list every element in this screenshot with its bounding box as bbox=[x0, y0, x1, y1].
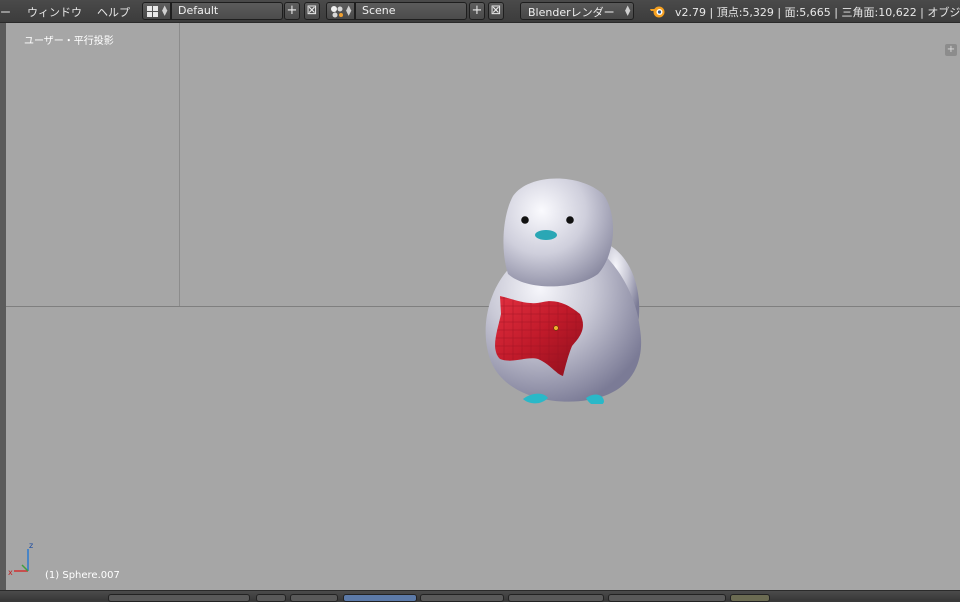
layout-grid-icon bbox=[147, 6, 158, 17]
menu-cut-off-item[interactable]: ー bbox=[0, 4, 11, 20]
close-icon: ⊠ bbox=[490, 3, 502, 18]
close-icon: ⊠ bbox=[306, 3, 318, 18]
add-layout-button[interactable]: + bbox=[284, 2, 300, 20]
delete-scene-button[interactable]: ⊠ bbox=[488, 2, 504, 20]
z-axis-label: z bbox=[29, 541, 33, 550]
beak bbox=[535, 230, 557, 240]
scene-name-field[interactable]: Scene bbox=[355, 2, 467, 20]
manipulator-toggle[interactable] bbox=[343, 594, 417, 602]
3d-model[interactable] bbox=[468, 154, 658, 404]
orientation-dropdown[interactable] bbox=[420, 594, 504, 602]
render-engine-dropdown[interactable]: Blenderレンダー ▲ ▼ bbox=[520, 2, 634, 20]
layout-name-field[interactable]: Default bbox=[171, 2, 283, 20]
pivot-dropdown[interactable] bbox=[290, 594, 338, 602]
scene-statistics: v2.79 | 頂点:5,329 | 面:5,665 | 三角面:10,622 … bbox=[675, 6, 960, 19]
plus-icon: + bbox=[471, 3, 483, 18]
view-name-label: ユーザー・平行投影 bbox=[24, 36, 114, 47]
layer-buttons[interactable] bbox=[508, 594, 604, 602]
blender-logo-icon bbox=[650, 6, 665, 18]
left-foot bbox=[523, 393, 548, 404]
right-eye bbox=[566, 216, 574, 224]
grid-line-vertical bbox=[179, 23, 180, 306]
info-header: ー ウィンドウ ヘルプ ▲ ▼ Default + ⊠ ▲ ▼ Scene + ⊠ … bbox=[0, 0, 960, 23]
up-down-arrows-icon: ▲ ▼ bbox=[625, 4, 631, 17]
menu-window[interactable]: ウィンドウ bbox=[27, 4, 82, 20]
menu-help[interactable]: ヘルプ bbox=[97, 4, 130, 20]
scene-icon bbox=[331, 6, 343, 18]
snap-controls[interactable] bbox=[608, 594, 726, 602]
mode-dropdown[interactable] bbox=[108, 594, 250, 602]
add-scene-button[interactable]: + bbox=[469, 2, 485, 20]
render-preview-button[interactable] bbox=[730, 594, 770, 602]
x-axis-label: x bbox=[8, 568, 13, 577]
properties-toggle-button[interactable]: + bbox=[945, 44, 957, 56]
object-origin-dot bbox=[553, 325, 559, 331]
left-eye bbox=[521, 216, 529, 224]
model-head bbox=[503, 178, 614, 287]
axis-gizmo: z x bbox=[8, 541, 33, 577]
layout-dropdown[interactable]: ▲ ▼ bbox=[142, 2, 171, 20]
active-object-label: (1) Sphere.007 bbox=[45, 570, 120, 581]
y-axis-line bbox=[21, 564, 29, 572]
plus-icon: + bbox=[946, 44, 956, 55]
plus-icon: + bbox=[286, 3, 298, 18]
render-engine-label: Blenderレンダー bbox=[528, 6, 615, 19]
scene-dropdown[interactable]: ▲ ▼ bbox=[326, 2, 355, 20]
delete-layout-button[interactable]: ⊠ bbox=[304, 2, 320, 20]
up-down-arrows-icon: ▲ ▼ bbox=[162, 4, 168, 17]
shading-dropdown[interactable] bbox=[256, 594, 286, 602]
3d-viewport[interactable]: ユーザー・平行投影 + z x (1) Sphere.007 bbox=[6, 23, 960, 590]
up-down-arrows-icon: ▲ ▼ bbox=[346, 4, 352, 17]
